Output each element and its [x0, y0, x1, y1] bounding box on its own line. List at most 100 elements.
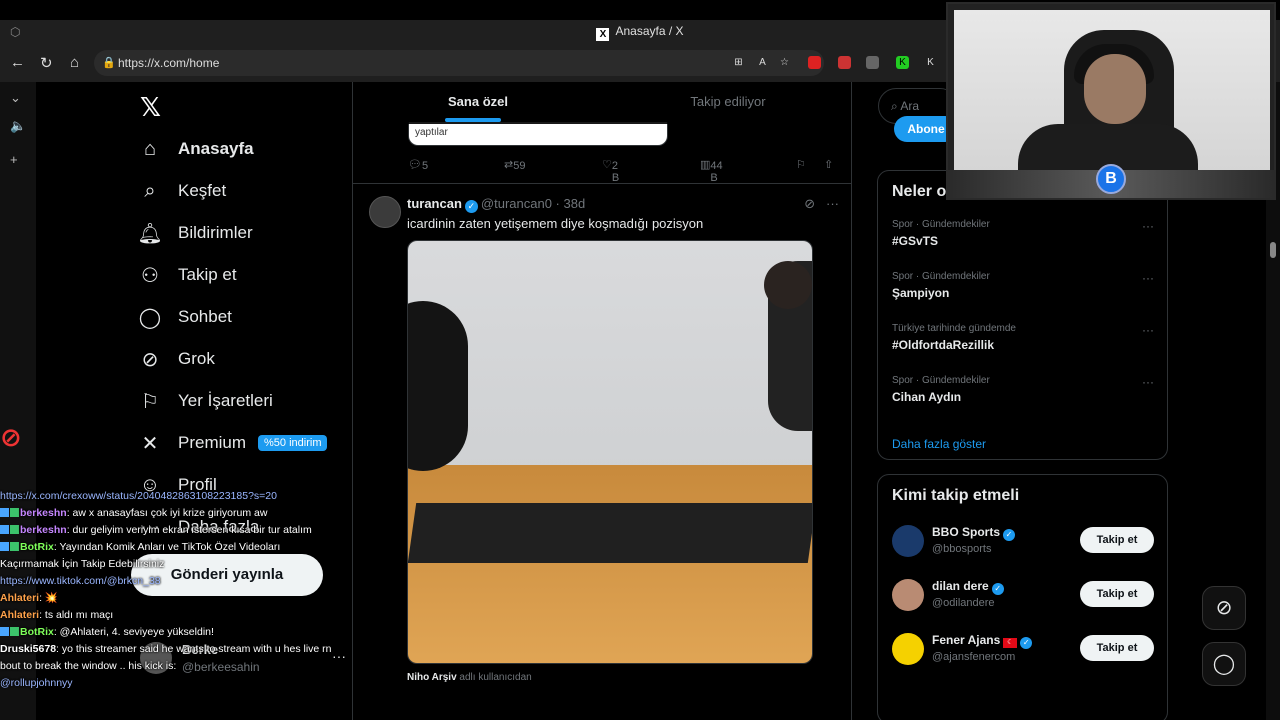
tweet-video[interactable] [407, 240, 813, 664]
chat-message: BotRix: @Ahlateri, 4. seviyeye yükseldin… [0, 624, 340, 641]
ellipsis-icon[interactable]: ··· [1142, 323, 1154, 337]
read-aloud-icon[interactable]: A [756, 56, 769, 69]
messages-fab-icon[interactable]: ◯ [1202, 642, 1246, 686]
avatar[interactable] [892, 525, 924, 557]
share-button[interactable]: ⇧ [824, 158, 833, 171]
follow-handle: @odilandere [932, 597, 995, 609]
nav-explore[interactable]: ⌕ Keşfet [138, 176, 226, 206]
tweet-time[interactable]: 38d [564, 196, 586, 211]
extension-k2-icon[interactable]: K [924, 56, 937, 69]
nav-follow-label: Takip et [178, 265, 237, 284]
nav-notifications-label: Bildirimler [178, 223, 253, 242]
grok-icon[interactable]: ⊘ [804, 196, 815, 211]
chat-text: : ts aldı mı maçı [39, 609, 114, 621]
search-placeholder: Ara [900, 99, 920, 113]
url-text: https://x.com/home [118, 56, 220, 70]
favorite-star-icon[interactable]: ☆ [778, 56, 791, 69]
trend-item[interactable]: Türkiye tarihinde gündemde #OldfortdaRezi… [892, 323, 1154, 367]
home-icon: ⌂ [143, 137, 157, 160]
trend-context: Türkiye tarihinde gündemde [892, 323, 1016, 334]
tab-following[interactable]: Takip ediliyor [603, 82, 851, 124]
chat-link[interactable]: https://www.tiktok.com/@brkcn_38 [0, 573, 340, 590]
chevron-down-icon[interactable]: ⌄ [10, 90, 21, 106]
tweet-author-name[interactable]: turancan [407, 196, 462, 211]
tab-for-you[interactable]: Sana özel [353, 82, 603, 124]
search-icon: ⌕ [891, 99, 898, 113]
ellipsis-icon[interactable]: ··· [826, 196, 839, 211]
timeline-tabs: Sana özel Takip ediliyor [353, 82, 851, 124]
nav-chat-label: Sohbet [178, 307, 232, 326]
badge-icon [10, 542, 19, 551]
x-logo-icon[interactable]: 𝕏 [140, 92, 161, 123]
nav-notifications[interactable]: 🔔︎ Bildirimler [137, 218, 253, 248]
nav-grok[interactable]: ⊘ Grok [138, 344, 215, 374]
show-more-link[interactable]: Daha fazla göster [892, 437, 986, 451]
reply-button[interactable]: 💬︎ 5 [408, 158, 428, 172]
extension-calendar-icon[interactable] [838, 56, 851, 69]
follow-button[interactable]: Takip et [1080, 635, 1154, 661]
ellipsis-icon[interactable]: ··· [1142, 375, 1154, 389]
follow-suggestion[interactable]: dilan dere ✓ @odilandere Takip et [892, 577, 1154, 617]
extension-window-icon[interactable] [866, 56, 879, 69]
trend-item[interactable]: Spor · Gündemdekiler Cihan Aydın ··· [892, 375, 1154, 419]
chat-message: berkeshn: dur geliyim veriyim ekran iste… [0, 522, 340, 539]
nav-follow[interactable]: ⚇ Takip et [138, 260, 237, 290]
avatar[interactable] [892, 633, 924, 665]
extension-kick-icon[interactable]: K [896, 56, 909, 69]
previous-post-actions: 💬︎ 5 ⇄ 59 ♡ 2 B ▥ 44 B ⚐ ⇧ [408, 156, 848, 184]
quoted-post-preview[interactable]: yaptılar [408, 122, 668, 146]
nav-home[interactable]: ⌂ Anasayfa [138, 134, 254, 164]
nav-premium-label: Premium [178, 433, 247, 452]
follow-handle: @bbosports [932, 543, 992, 555]
streamer-logo-icon: B [1096, 164, 1126, 194]
follow-suggestion[interactable]: Fener Ajans ☾ ✓ @ajansfenercom Takip et [892, 631, 1154, 671]
chat-logo-icon: ⊘ [0, 422, 22, 452]
trend-item[interactable]: Spor · Gündemdekiler #GSvTS ··· [892, 219, 1154, 263]
back-icon[interactable]: ← [10, 54, 25, 71]
extension-red-icon[interactable] [808, 56, 821, 69]
verified-icon: ✓ [1003, 529, 1016, 541]
follow-name: BBO Sports ✓ [932, 525, 1016, 541]
badge-icon [10, 627, 19, 636]
like-button[interactable]: ♡ 2 B [602, 158, 619, 184]
trend-context: Spor · Gündemdekiler [892, 375, 990, 386]
avatar[interactable] [369, 196, 401, 228]
home-browser-icon[interactable]: ⌂ [70, 54, 79, 71]
nav-premium[interactable]: ✕ Premium %50 indirim [138, 428, 328, 458]
follow-button[interactable]: Takip et [1080, 581, 1154, 607]
turkey-flag-icon: ☾ [1003, 638, 1018, 648]
verified-icon: ✓ [464, 200, 478, 213]
nav-bookmarks-label: Yer İşaretleri [178, 391, 273, 410]
video-person-left [408, 301, 468, 471]
video-wall [408, 241, 812, 471]
grok-fab-icon[interactable]: ⊘ [1202, 586, 1246, 630]
apps-icon[interactable]: ⊞ [732, 56, 745, 69]
badge-icon [0, 508, 9, 517]
ellipsis-icon[interactable]: ··· [1142, 271, 1154, 285]
follow-button[interactable]: Takip et [1080, 527, 1154, 553]
repost-button[interactable]: ⇄ 59 [504, 158, 525, 172]
trend-item[interactable]: Spor · Gündemdekiler Şampiyon ··· [892, 271, 1154, 315]
nav-chat[interactable]: ◯ Sohbet [138, 302, 232, 332]
follow-suggestion[interactable]: BBO Sports ✓ @bbosports Takip et [892, 523, 1154, 563]
tweet-author-handle[interactable]: @turancan0 [481, 196, 552, 211]
avatar[interactable] [892, 579, 924, 611]
trend-title: #GSvTS [892, 234, 939, 248]
bookmark-button[interactable]: ⚐ [796, 158, 806, 171]
nav-bookmarks[interactable]: ⚐ Yer İşaretleri [138, 386, 273, 416]
reload-icon[interactable]: ↻ [40, 54, 53, 72]
add-icon[interactable]: + [10, 152, 18, 167]
source-name[interactable]: Niho Arşiv [407, 672, 457, 683]
trend-title: Cihan Aydın [892, 390, 962, 404]
ellipsis-icon[interactable]: ··· [1142, 219, 1154, 233]
trend-context: Spor · Gündemdekiler [892, 219, 990, 230]
tweet[interactable]: turancan ✓ @turancan0 · 38d ⊘ ··· icardini… [353, 184, 851, 720]
url-field[interactable]: 🔒 https://x.com/home [94, 50, 824, 76]
scrollbar-thumb[interactable] [1270, 242, 1276, 258]
trend-title: Şampiyon [892, 286, 950, 300]
speaker-icon[interactable]: 🔈 [10, 118, 26, 134]
chat-link[interactable]: @rollupjohnnyy [0, 675, 340, 692]
views-button[interactable]: ▥ 44 B [700, 158, 723, 184]
chat-link[interactable]: https://x.com/crexoww/status/20404828631… [0, 488, 340, 505]
timeline: Sana özel Takip ediliyor yaptılar 💬︎ 5 ⇄… [352, 82, 852, 720]
